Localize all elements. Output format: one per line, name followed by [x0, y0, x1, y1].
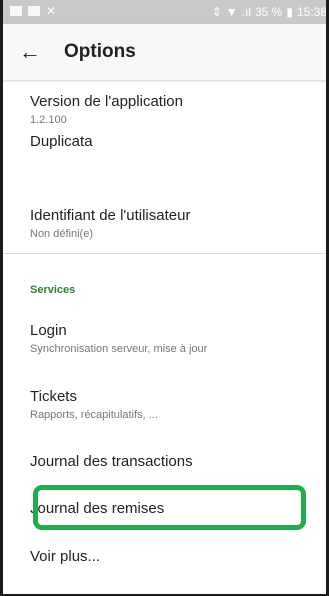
list-item-tickets[interactable]: Tickets Rapports, récapitulatifs, ...	[0, 388, 329, 422]
close-notification-icon: ✕	[46, 4, 57, 18]
status-left: ✕	[10, 5, 56, 17]
page-title: Options	[64, 41, 136, 62]
image-notification-icon	[10, 6, 22, 16]
battery-icon: ▮	[286, 5, 293, 19]
vibrate-icon: ⇕	[211, 5, 222, 19]
list-item-user-id[interactable]: Identifiant de l'utilisateur Non défini(…	[0, 207, 329, 241]
item-subtitle: Synchronisation serveur, mise à jour	[30, 343, 208, 355]
signal-icon: .ıl	[241, 5, 251, 19]
item-title: Version de l'application	[30, 93, 183, 110]
item-subtitle: 1.2.100	[30, 114, 67, 126]
status-bar: ✕ ⇕ ▼ .ıl 35 % ▮ 15:38	[0, 0, 329, 24]
item-title: Voir plus...	[30, 548, 101, 565]
section-header-services: Services	[30, 284, 76, 296]
item-title: Identifiant de l'utilisateur	[30, 207, 191, 224]
battery-percent: 35 %	[255, 5, 283, 19]
item-title: Tickets	[30, 388, 77, 405]
item-subtitle: Rapports, récapitulatifs, ...	[30, 409, 158, 421]
arrow-back-icon[interactable]: ←	[16, 38, 44, 66]
app-bar: ← Options	[0, 24, 329, 80]
status-right: ⇕ ▼ .ıl 35 % ▮ 15:38	[212, 5, 327, 19]
gallery-notification-icon	[28, 6, 40, 16]
section-divider	[0, 253, 329, 254]
item-title: Journal des transactions	[30, 453, 193, 470]
item-title: Login	[30, 322, 67, 339]
highlight-box	[33, 485, 306, 530]
list-item-transaction-journal[interactable]: Journal des transactions	[0, 453, 329, 471]
list-item-duplicata[interactable]: Duplicata	[0, 133, 329, 151]
item-title: Duplicata	[30, 133, 93, 150]
list-item-see-more[interactable]: Voir plus...	[0, 548, 329, 566]
item-subtitle: Non défini(e)	[30, 228, 93, 240]
list-item-login[interactable]: Login Synchronisation serveur, mise à jo…	[0, 322, 329, 356]
clock: 15:38	[296, 5, 327, 19]
wifi-icon: ▼	[225, 5, 238, 19]
list-item-app-version[interactable]: Version de l'application 1.2.100	[0, 93, 329, 127]
